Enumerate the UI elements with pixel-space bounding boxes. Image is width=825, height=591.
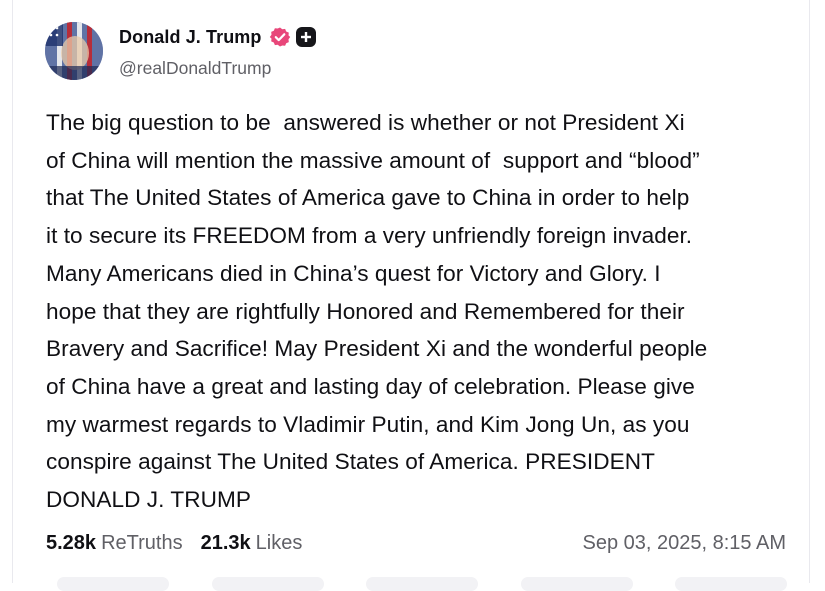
more-button[interactable]: [675, 577, 787, 591]
avatar[interactable]: [45, 22, 103, 80]
retruths-stat[interactable]: 5.28k ReTruths: [46, 532, 183, 555]
likes-stat[interactable]: 21.3k Likes: [201, 532, 303, 555]
retruths-label: ReTruths: [101, 532, 183, 554]
plus-badge-icon: [295, 27, 316, 47]
post-stats: 5.28k ReTruths 21.3k Likes: [46, 532, 302, 555]
post-timestamp[interactable]: Sep 03, 2025, 8:15 AM: [583, 532, 787, 555]
author-handle[interactable]: @realDonaldTrump: [119, 58, 271, 79]
avatar-image: [45, 22, 103, 80]
retruths-count: 5.28k: [46, 532, 97, 554]
share-button[interactable]: [520, 577, 633, 591]
author-display-name[interactable]: Donald J. Trump: [119, 27, 262, 48]
likes-count: 21.3k: [200, 532, 251, 554]
post-card: Donald J. Trump @realDonaldTrump The big…: [12, 0, 810, 591]
verified-badge-icon: [269, 26, 291, 48]
retruth-button[interactable]: [211, 577, 324, 591]
likes-label: Likes: [255, 532, 303, 554]
post-action-bar: [57, 577, 787, 591]
like-button[interactable]: [366, 577, 478, 591]
post-body-text: The big question to be answered is wheth…: [46, 110, 708, 513]
author-name-row: Donald J. Trump: [119, 26, 316, 48]
reply-button[interactable]: [57, 577, 169, 591]
